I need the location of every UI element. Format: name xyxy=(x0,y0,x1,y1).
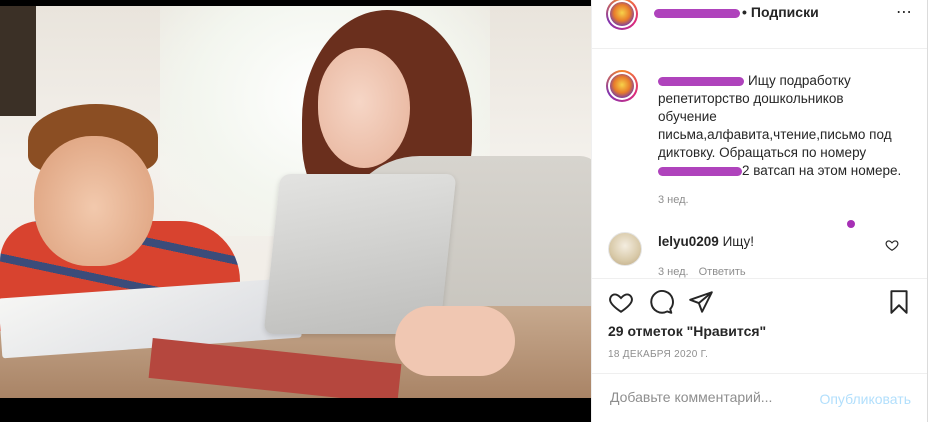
comment-body: Ищу! xyxy=(722,234,755,249)
caption-text: Ищу подработку репетиторство дошкольнико… xyxy=(658,72,908,180)
woman-face xyxy=(318,48,410,168)
separator: • xyxy=(742,4,747,20)
author-username-redacted[interactable] xyxy=(654,8,740,18)
author-avatar[interactable] xyxy=(606,0,638,30)
following-button[interactable]: Подписки xyxy=(751,4,819,20)
comment-like-icon[interactable] xyxy=(885,238,899,252)
caption-body-end: ватсап на этом номере. xyxy=(753,163,902,178)
heart-icon[interactable] xyxy=(608,289,634,315)
comment-time[interactable]: 3 нед. xyxy=(658,266,689,278)
reply-button[interactable]: Ответить xyxy=(699,266,746,278)
post-sidebar: • Подписки ⋯ Ищу подработку репетиторство… xyxy=(591,0,928,422)
caption-time[interactable]: 3 нед. xyxy=(658,194,689,206)
post-photo[interactable] xyxy=(0,0,591,422)
share-icon[interactable] xyxy=(688,289,714,315)
commenter-username[interactable]: lelyu0209 xyxy=(658,234,719,249)
commenter-avatar[interactable] xyxy=(608,232,642,266)
boy-face xyxy=(34,136,154,266)
post-actions: 29 отметок "Нравится" 18 ДЕКАБРЯ 2020 Г. xyxy=(592,278,927,374)
comment-text: lelyu0209 Ищу! xyxy=(658,234,754,249)
wall-edge xyxy=(0,6,36,116)
caption-avatar[interactable] xyxy=(606,70,638,102)
phone-number-redacted xyxy=(658,166,742,176)
comment-icon[interactable] xyxy=(648,289,674,315)
post-header: • Подписки ⋯ xyxy=(592,0,927,49)
phone-number-fragment: 2 xyxy=(742,163,750,178)
comment-meta: 3 нед. Ответить xyxy=(658,266,756,278)
likes-count[interactable]: 29 отметок "Нравится" xyxy=(608,323,766,339)
post-date: 18 ДЕКАБРЯ 2020 Г. xyxy=(608,349,709,360)
comment-input[interactable] xyxy=(608,388,812,406)
more-icon[interactable]: ⋯ xyxy=(896,2,913,22)
comment-item: lelyu0209 Ищу! 3 нед. Ответить xyxy=(592,228,927,278)
caption-username-redacted[interactable] xyxy=(658,76,744,86)
caption-body: Ищу подработку репетиторство дошкольнико… xyxy=(658,73,892,160)
hand xyxy=(395,306,515,376)
author-line: • Подписки xyxy=(654,4,819,20)
bookmark-icon[interactable] xyxy=(886,289,912,315)
add-comment-bar: Опубликовать xyxy=(592,373,927,423)
photo-scene xyxy=(0,6,591,398)
publish-button[interactable]: Опубликовать xyxy=(819,391,911,407)
redaction-dot xyxy=(847,220,855,228)
